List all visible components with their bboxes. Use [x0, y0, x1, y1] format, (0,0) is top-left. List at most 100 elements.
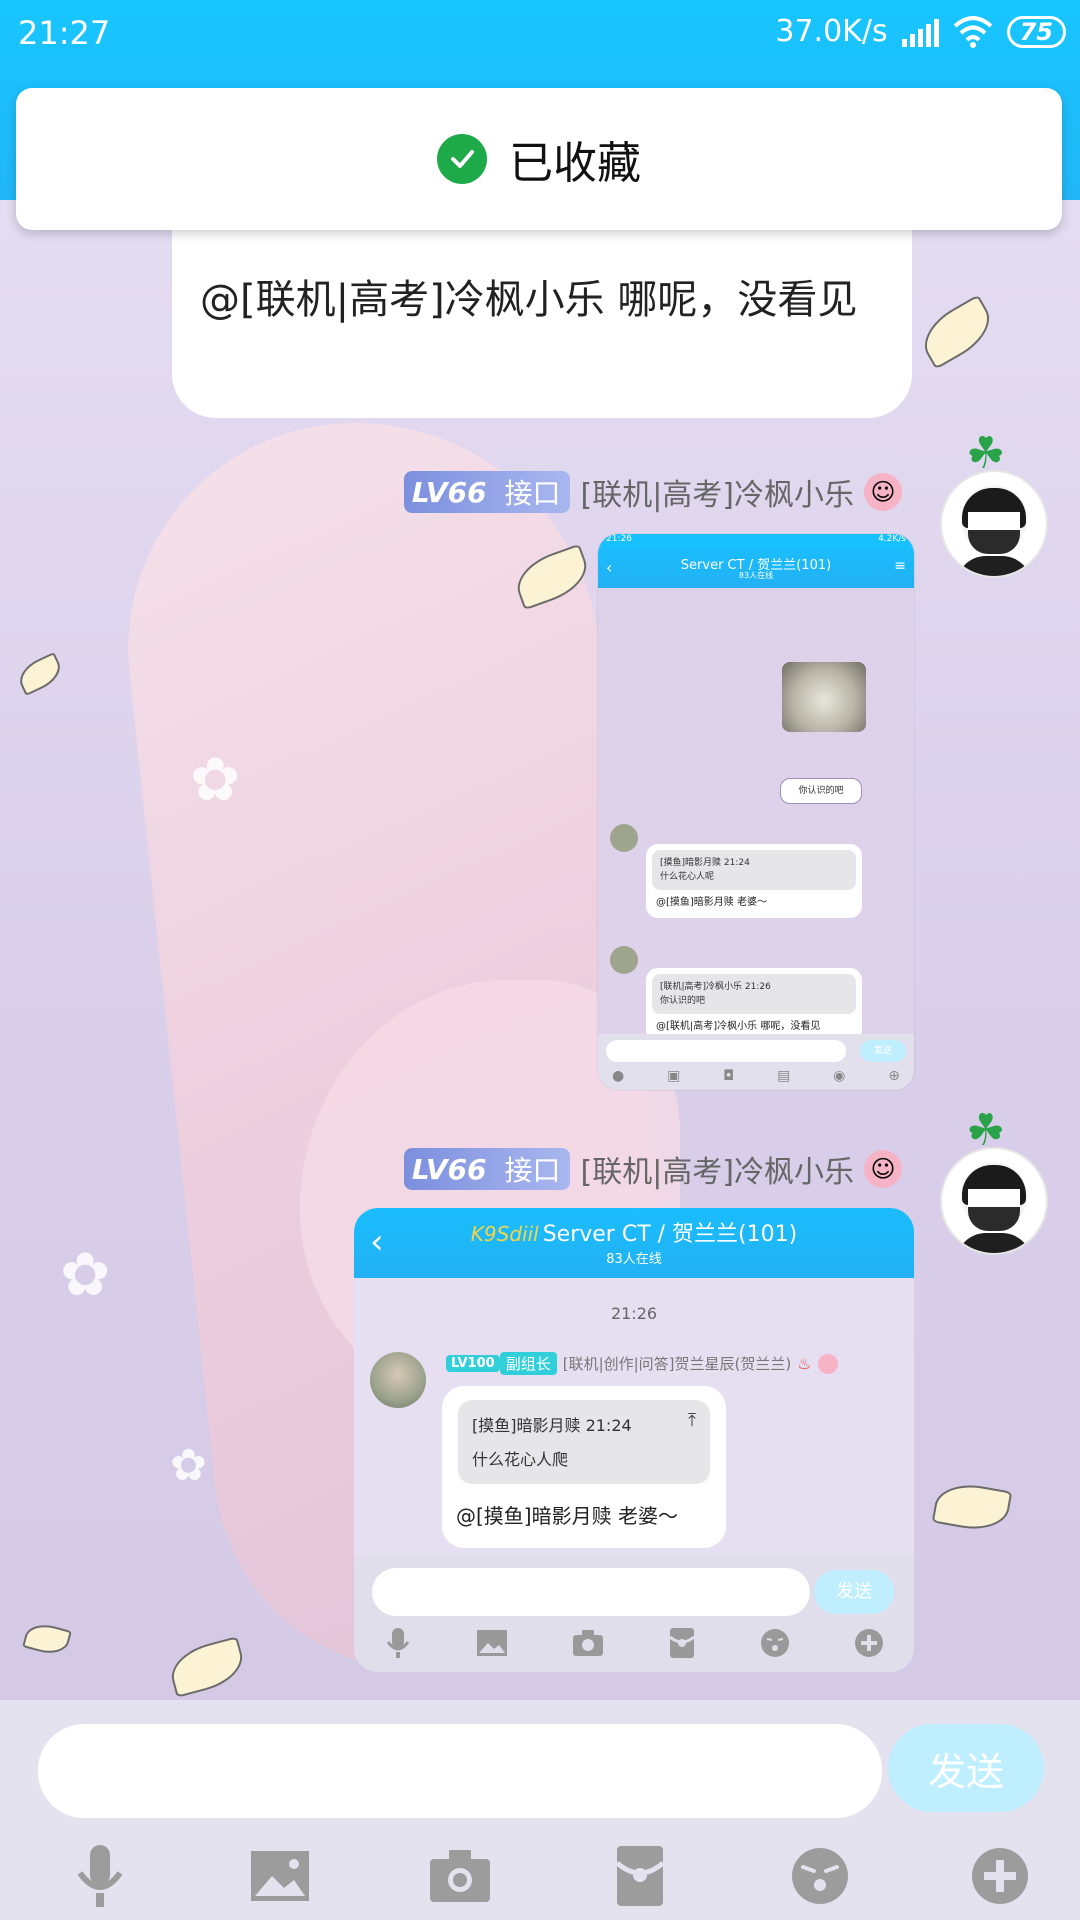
mini-online-count: 83人在线	[738, 571, 774, 580]
sender-header: LV66 接口 [联机|高考]冷枫小乐 ☺	[403, 1147, 902, 1191]
plus-icon	[855, 1629, 883, 1657]
battery-icon: 75	[1006, 15, 1066, 48]
checkmark-icon	[437, 134, 487, 184]
mini-role-badge: 副组长	[499, 1352, 557, 1375]
mini-quote: [摸鱼]暗影月赎 21:24 什么花心人呢	[652, 850, 856, 890]
mini-quote-text: 你认识的吧	[660, 996, 706, 1006]
petal-decoration	[165, 1636, 249, 1698]
mini-status-bar: 21:26 4.2K/s	[598, 534, 914, 548]
mini-send-button: 发送	[860, 1040, 906, 1062]
mini-chat-title-text: Server CT / 贺兰兰(101)	[542, 1222, 798, 1247]
mini-message-bubble: [摸鱼]暗影月赎 21:24 什么花心人爬 ⤒ @[摸鱼]暗影月赎 老婆～	[442, 1386, 726, 1548]
saved-toast: 已收藏	[16, 88, 1062, 230]
mini-message-text: @[联机|高考]冷枫小乐 哪呢，没看见	[656, 1021, 821, 1032]
red-packet-button[interactable]	[600, 1836, 680, 1916]
petal-decoration	[14, 652, 66, 696]
mini-avatar	[610, 824, 638, 852]
screenshot-image[interactable]: ‹ K9Sdiil Server CT / 贺兰兰(101) 83人在线 21:2…	[354, 1208, 914, 1672]
wifi-icon	[953, 15, 992, 48]
menu-icon: ≡	[894, 558, 906, 574]
flower-decoration: ✿	[170, 1440, 207, 1491]
signal-icon	[901, 17, 939, 47]
avatar[interactable]	[940, 470, 1048, 578]
mini-status-time: 21:26	[606, 534, 632, 544]
input-bar: 发送	[0, 1700, 1080, 1920]
flower-decoration: ✿	[60, 1240, 111, 1310]
red-packet-icon: ▤	[777, 1068, 791, 1084]
emoji-icon: ◉	[833, 1068, 846, 1084]
camera-icon	[430, 1850, 490, 1902]
mini-online-count: 83人在线	[606, 1252, 662, 1267]
smile-icon: ☺	[864, 1150, 902, 1188]
smile-icon: ☺	[864, 473, 902, 511]
level-badge: LV66 接口	[403, 471, 571, 513]
send-button[interactable]: 发送	[888, 1724, 1044, 1812]
mini-quote: [联机|高考]冷枫小乐 21:26 你认识的吧	[652, 974, 856, 1014]
mini-sticker: 你认识的吧	[780, 778, 862, 804]
camera-button[interactable]	[420, 1836, 500, 1916]
screenshot-image[interactable]: 21:26 4.2K/s ‹ Server CT / 贺兰兰(101) 83人在…	[598, 534, 914, 1090]
mini-chat-header: ‹ K9Sdiil Server CT / 贺兰兰(101) 83人在线	[354, 1208, 914, 1278]
level-label: LV66	[411, 1152, 487, 1186]
sender-name: [联机|高考]冷枫小乐	[580, 478, 854, 513]
petal-decoration	[913, 294, 1001, 370]
microphone-button[interactable]	[60, 1836, 140, 1916]
mini-message-text: @[摸鱼]暗影月赎 老婆～	[656, 897, 767, 908]
message-input[interactable]	[38, 1724, 882, 1818]
mini-message-text: @[摸鱼]暗影月赎 老婆～	[456, 1504, 678, 1528]
role-label: 接口	[504, 477, 561, 510]
image-icon	[477, 1630, 507, 1656]
mini-toolbar	[384, 1626, 884, 1660]
flower-decoration: ✿	[190, 745, 241, 815]
image-icon: ▣	[667, 1068, 681, 1084]
sender-name: [联机|高考]冷枫小乐	[580, 1155, 854, 1190]
mini-quote-header: [摸鱼]暗影月赎 21:24	[660, 858, 750, 868]
mini-quote-header: [摸鱼]暗影月赎 21:24	[472, 1416, 632, 1435]
message-text: @[联机|高考]冷枫小乐 哪呢，没看见	[200, 277, 858, 323]
mini-message-bubble: [摸鱼]暗影月赎 21:24 什么花心人呢 @[摸鱼]暗影月赎 老婆～	[646, 844, 862, 918]
petal-decoration	[931, 1478, 1013, 1536]
red-packet-icon	[669, 1628, 695, 1658]
plus-icon: ⊕	[888, 1068, 900, 1084]
input-toolbar	[60, 1836, 1040, 1916]
mini-input-bar: 发送 ● ▣ ◘ ▤ ◉ ⊕	[598, 1034, 914, 1090]
mini-chat-title: K9Sdiil Server CT / 贺兰兰(101)	[354, 1216, 914, 1248]
mini-avatar	[370, 1352, 426, 1408]
mini-quote-text: 什么花心人爬	[472, 1450, 569, 1469]
mini-chat-body: 你认识的吧 [摸鱼]暗影月赎 21:24 什么花心人呢 @[摸鱼]暗影月赎 老婆…	[598, 588, 914, 1042]
emoji-icon	[761, 1629, 789, 1657]
microphone-icon	[77, 1845, 123, 1907]
avatar[interactable]	[940, 1147, 1048, 1255]
status-indicators: 37.0K/s 75	[775, 14, 1066, 49]
mini-message-bubble: [联机|高考]冷枫小乐 21:26 你认识的吧 @[联机|高考]冷枫小乐 哪呢，…	[646, 968, 862, 1042]
message-bubble[interactable]: @[联机|高考]冷枫小乐 哪呢，没看见	[172, 192, 912, 418]
image-button[interactable]	[240, 1836, 320, 1916]
plus-icon	[972, 1848, 1028, 1904]
red-packet-icon	[615, 1846, 665, 1906]
mini-quote: [摸鱼]暗影月赎 21:24 什么花心人爬 ⤒	[458, 1400, 710, 1484]
mini-input-bar: 发送	[354, 1556, 914, 1672]
plus-button[interactable]	[960, 1836, 1040, 1916]
clover-icon: ☘	[966, 428, 1006, 479]
level-label: LV66	[411, 475, 487, 509]
toast-text: 已收藏	[509, 138, 641, 189]
mini-level-badge: LV100	[446, 1355, 500, 1372]
camera-icon: ◘	[723, 1068, 735, 1084]
mini-sender-header: LV100 副组长 [联机|创作|问答]贺兰星辰(贺兰兰) ♨	[446, 1352, 838, 1375]
mini-quote-header: [联机|高考]冷枫小乐 21:26	[660, 982, 771, 992]
mini-quote-text: 什么花心人呢	[660, 872, 715, 882]
image-icon	[251, 1851, 309, 1901]
mini-input-field	[606, 1040, 846, 1062]
emoji-button[interactable]	[780, 1836, 860, 1916]
mini-toolbar: ● ▣ ◘ ▤ ◉ ⊕	[612, 1068, 900, 1084]
status-time: 21:27	[18, 14, 111, 52]
sender-header: LV66 接口 [联机|高考]冷枫小乐 ☺	[403, 470, 902, 514]
mini-chat-header: ‹ Server CT / 贺兰兰(101) 83人在线 ≡	[598, 548, 914, 588]
mini-input-field	[372, 1568, 810, 1616]
petal-decoration	[22, 1619, 72, 1659]
level-badge: LV66 接口	[403, 1148, 571, 1190]
clover-icon: ☘	[966, 1105, 1006, 1156]
microphone-icon	[386, 1628, 410, 1658]
emoji-icon	[792, 1848, 848, 1904]
fire-icon: ♨	[797, 1354, 812, 1373]
